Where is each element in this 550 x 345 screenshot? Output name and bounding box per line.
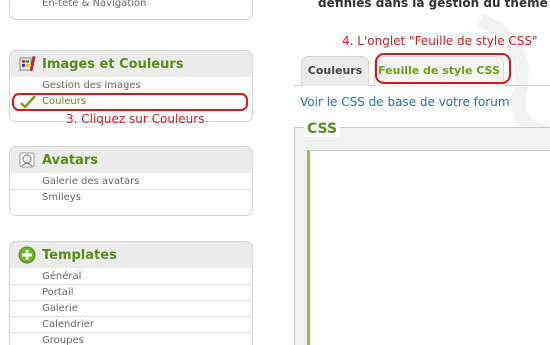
sidebar-item-gestion-images[interactable]: Gestion des images [10, 78, 252, 94]
palette-brush-icon [18, 55, 36, 73]
panel-header: Templates [10, 242, 252, 268]
sidebar-item-smileys[interactable]: Smileys [10, 190, 252, 206]
css-section-title: CSS [304, 121, 341, 137]
highlight-css-tab-oval [375, 53, 511, 84]
avatars-panel: Avatars Galerie des avatars Smileys [9, 146, 253, 216]
sidebar-item-general[interactable]: Général [10, 269, 252, 285]
sidebar-item-groupes[interactable]: Groupes [10, 333, 252, 345]
templates-panel: Templates Général Portail Galerie Calend… [9, 241, 253, 345]
panel-title: Images et Couleurs [42, 56, 184, 72]
panel-header: Avatars [10, 147, 252, 173]
description-text: définies dans la gestion du thème (le [318, 0, 550, 10]
avatar-face-icon [18, 151, 36, 169]
sidebar-item-header-navigation[interactable]: En-tête & Navigation [10, 0, 252, 13]
base-css-link[interactable]: Voir le CSS de base de votre forum [300, 95, 510, 109]
panel-header: Images et Couleurs [10, 51, 252, 77]
annotation-step3: 3. Cliquez sur Couleurs [66, 112, 205, 126]
sidebar-item-portail[interactable]: Portail [10, 285, 252, 301]
panel-title: Templates [42, 247, 117, 263]
css-editor-textarea[interactable] [307, 150, 550, 345]
plus-circle-icon [18, 246, 36, 264]
sidebar-item-calendrier[interactable]: Calendrier [10, 317, 252, 333]
layout-panel-partial: En-tête & Navigation [9, 0, 253, 20]
panel-title: Avatars [42, 152, 98, 168]
tab-couleurs[interactable]: Couleurs [301, 56, 369, 86]
sidebar-item-galerie-avatars[interactable]: Galerie des avatars [10, 174, 252, 190]
sidebar-item-galerie[interactable]: Galerie [10, 301, 252, 317]
annotation-step4: 4. L'onglet "Feuille de style CSS" [342, 34, 538, 48]
highlight-couleurs-oval [12, 93, 248, 111]
